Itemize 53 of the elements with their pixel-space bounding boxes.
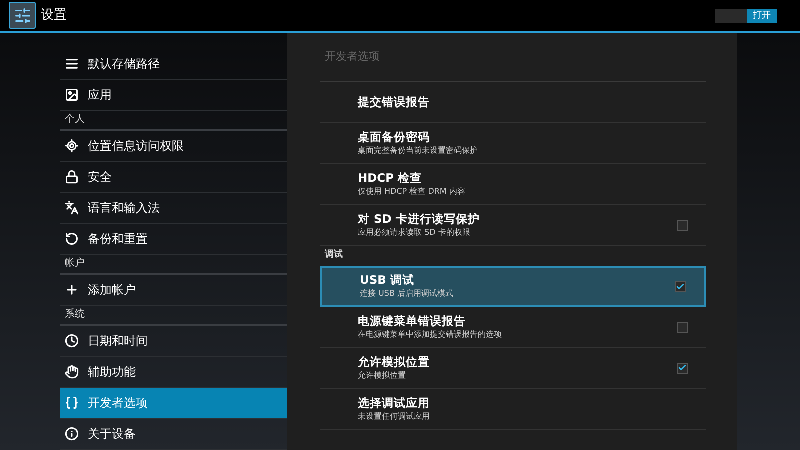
preference-row[interactable]: USB 调试 连接 USB 后启用调试模式: [320, 266, 706, 307]
preference-summary: 应用必须请求读取 SD 卡的权限: [358, 226, 472, 238]
image-icon: [65, 88, 79, 102]
toggle-switch[interactable]: 打开: [715, 8, 777, 22]
sidebar-item[interactable]: 安全: [60, 162, 287, 193]
preference-title: 选择调试应用: [358, 396, 431, 410]
restore-icon: [65, 232, 79, 246]
preference-row[interactable]: HDCP 检查 仅使用 HDCP 检查 DRM 内容: [320, 164, 706, 205]
sidebar-item[interactable]: 应用: [60, 80, 287, 111]
sidebar-item[interactable]: 关于设备: [60, 419, 287, 450]
lock-icon: [65, 170, 79, 184]
preference-title: 允许模拟位置: [358, 354, 431, 370]
window-title: 设置: [41, 6, 67, 25]
preference-summary: 桌面完整备份当前未设置密码保护: [358, 144, 479, 156]
checkbox[interactable]: [677, 362, 688, 374]
language-icon: [65, 201, 79, 215]
preference-summary: 允许模拟位置: [358, 370, 407, 382]
checkbox[interactable]: [675, 281, 686, 292]
preference-title: 电源键菜单错误报告: [358, 314, 467, 328]
section-header: 系统: [65, 308, 85, 322]
preference-title: 对 SD 卡进行读写保护: [358, 212, 481, 226]
location-icon: [65, 139, 79, 153]
preference-row[interactable]: 对 SD 卡进行读写保护 应用必须请求读取 SD 卡的权限: [320, 205, 706, 246]
section-header: 调试: [325, 249, 343, 262]
checkbox[interactable]: [677, 220, 688, 230]
preference-row[interactable]: 选择调试应用 未设置任何调试应用: [320, 389, 706, 430]
preference-row[interactable]: 允许模拟位置 允许模拟位置: [320, 348, 706, 389]
sidebar-item[interactable]: 开发者选项: [60, 388, 287, 419]
section-header: 个人: [65, 113, 85, 127]
preference-row[interactable]: 提交错误报告: [320, 82, 706, 123]
preference-title: 提交错误报告: [358, 94, 431, 110]
preference-row[interactable]: 桌面备份密码 桌面完整备份当前未设置密码保护: [320, 123, 706, 164]
info-icon: [65, 427, 79, 441]
preference-row[interactable]: 电源键菜单错误报告 在电源键菜单中添加提交错误报告的选项: [320, 307, 706, 348]
braces-icon: [65, 396, 79, 410]
sidebar-item[interactable]: 日期和时间: [60, 326, 287, 357]
preference-title: HDCP 检查: [358, 170, 424, 186]
clock-icon: [65, 334, 79, 348]
settings-app-icon[interactable]: [9, 2, 36, 29]
preference-title: 桌面备份密码: [358, 130, 431, 144]
preference-summary: 仅使用 HDCP 检查 DRM 内容: [358, 186, 466, 198]
storage-icon: [65, 57, 79, 71]
section-header: 帐户: [65, 256, 85, 271]
panel-title: 开发者选项: [325, 48, 380, 65]
preference-summary: 未设置任何调试应用: [358, 410, 431, 422]
preference-title: USB 调试: [360, 273, 416, 288]
plus-icon: [65, 283, 79, 297]
checkbox[interactable]: [677, 322, 688, 332]
preference-summary: 连接 USB 后启用调试模式: [360, 288, 455, 300]
sidebar-item[interactable]: 语言和输入法: [60, 193, 287, 224]
sidebar-item[interactable]: 位置信息访问权限: [60, 131, 287, 162]
preference-summary: 在电源键菜单中添加提交错误报告的选项: [358, 328, 503, 340]
hand-icon: [65, 365, 79, 379]
